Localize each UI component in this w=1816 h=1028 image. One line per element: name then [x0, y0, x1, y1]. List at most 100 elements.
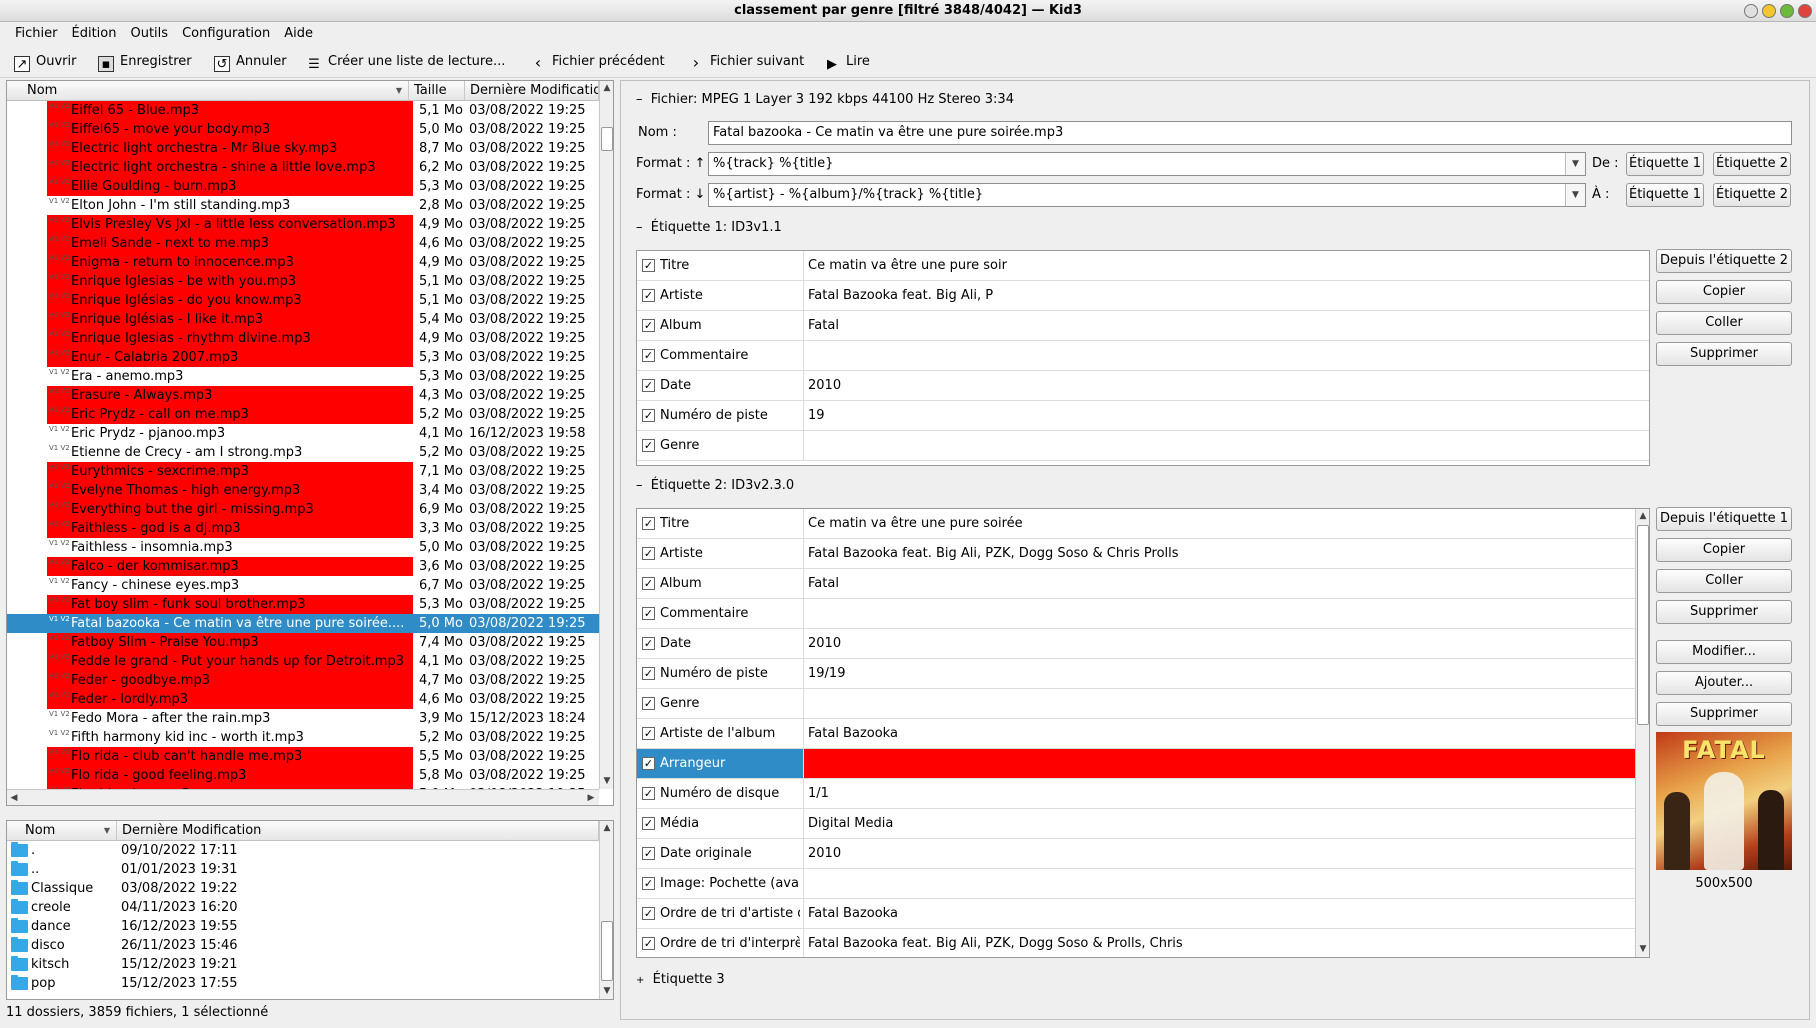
- tag-field-value[interactable]: 19: [803, 401, 1649, 430]
- enable-checkbox[interactable]: ✓: [642, 289, 655, 302]
- column-header-modified[interactable]: Dernière Modificatio: [465, 81, 599, 101]
- file-row[interactable]: V1 V2 Elton John - I'm still standing.mp3…: [7, 196, 599, 215]
- file-row[interactable]: V1 V2 Fatboy Slim - Praise You.mp3 7,4 Mo 0…: [7, 633, 599, 652]
- tag-field-value[interactable]: [803, 431, 1649, 460]
- tag-field-row[interactable]: ✓ Numéro de piste 19/19: [637, 659, 1635, 689]
- tag2-copy-button[interactable]: Copier: [1656, 538, 1792, 562]
- file-row[interactable]: V1 V2 Falco - der kommisar.mp3 3,6 Mo 03/08…: [7, 557, 599, 576]
- format-from-combo[interactable]: %{track} %{title} ▼: [708, 152, 1586, 176]
- enable-checkbox[interactable]: ✓: [642, 517, 655, 530]
- tag-field-row[interactable]: ✓ Commentaire: [637, 599, 1635, 629]
- directory-row[interactable]: Classique 03/08/2022 19:22: [7, 879, 599, 898]
- scroll-down-icon[interactable]: ▼: [1636, 942, 1649, 956]
- enable-checkbox[interactable]: ✓: [642, 577, 655, 590]
- create-playlist-button[interactable]: ☰ Créer une liste de lecture...: [306, 49, 505, 75]
- scroll-thumb[interactable]: [601, 921, 613, 981]
- file-row[interactable]: V1 V2 Enrique Iglésias - do you know.mp3 5…: [7, 291, 599, 310]
- menu-outils[interactable]: Outils: [123, 22, 175, 46]
- scroll-down-icon[interactable]: ▼: [600, 984, 613, 998]
- tag-field-row[interactable]: ✓ Date 2010: [637, 371, 1649, 401]
- enable-checkbox[interactable]: ✓: [642, 817, 655, 830]
- file-row[interactable]: V1 V2 Faithless - insomnia.mp3 5,0 Mo 03/08…: [7, 538, 599, 557]
- directory-row[interactable]: dance 16/12/2023 19:55: [7, 917, 599, 936]
- tag-field-value[interactable]: Ce matin va être une pure soir: [803, 251, 1649, 280]
- tag-field-value[interactable]: [803, 869, 1635, 898]
- enable-checkbox[interactable]: ✓: [642, 697, 655, 710]
- tag-field-value[interactable]: Fatal: [803, 311, 1649, 340]
- scroll-down-icon[interactable]: ▼: [600, 774, 613, 788]
- file-row[interactable]: V1 V2 Fedo Mora - after the rain.mp3 3,9 M…: [7, 709, 599, 728]
- enable-checkbox[interactable]: ✓: [642, 907, 655, 920]
- file-list-hscrollbar[interactable]: ◀ ▶: [7, 789, 599, 805]
- tag-field-row[interactable]: ✓ Date originale 2010: [637, 839, 1635, 869]
- tag-field-value[interactable]: 2010: [803, 629, 1635, 658]
- menu-fichier[interactable]: Fichier: [8, 22, 65, 46]
- file-row[interactable]: V1 V2 Etienne de Crecy - am I strong.mp3 5…: [7, 443, 599, 462]
- tag-field-value[interactable]: [803, 689, 1635, 718]
- enable-checkbox[interactable]: ✓: [642, 319, 655, 332]
- tag-field-row[interactable]: ✓ Titre Ce matin va être une pure soir: [637, 251, 1649, 281]
- enable-checkbox[interactable]: ✓: [642, 379, 655, 392]
- enable-checkbox[interactable]: ✓: [642, 409, 655, 422]
- tag1-table[interactable]: ✓ Titre Ce matin va être une pure soir ✓ Art…: [636, 250, 1650, 466]
- cancel-button[interactable]: ↺ Annuler: [214, 49, 287, 75]
- file-row[interactable]: V1 V2 Electric light orchestra - shine a …: [7, 158, 599, 177]
- tag-field-value[interactable]: Fatal Bazooka: [803, 719, 1635, 748]
- tag2-table[interactable]: ✓ Titre Ce matin va être une pure soirée ✓ A…: [636, 508, 1650, 958]
- tag2-delete-frame-button[interactable]: Supprimer: [1656, 702, 1792, 726]
- file-row[interactable]: V1 V2 Flo rida - club can't handle me.mp3…: [7, 747, 599, 766]
- file-row[interactable]: V1 V2 Feder - lordly.mp3 4,6 Mo 03/08/2022 …: [7, 690, 599, 709]
- file-section-header[interactable]: – Fichier: MPEG 1 Layer 3 192 kbps 44100…: [636, 90, 1014, 110]
- format-to-combo[interactable]: %{artist} - %{album}/%{track} %{title} ▼: [708, 183, 1586, 207]
- file-row[interactable]: V1 V2 Enigma - return to innocence.mp3 4,9…: [7, 253, 599, 272]
- tag2-section-header[interactable]: – Étiquette 2: ID3v2.3.0: [636, 476, 794, 496]
- tag-field-row[interactable]: ✓ Album Fatal: [637, 569, 1635, 599]
- previous-file-button[interactable]: ‹ Fichier précédent: [530, 49, 665, 75]
- tag-field-value[interactable]: [803, 749, 1635, 778]
- tag1-delete-button[interactable]: Supprimer: [1656, 342, 1792, 366]
- directory-row[interactable]: creole 04/11/2023 16:20: [7, 898, 599, 917]
- file-row[interactable]: V1 V2 Feder - goodbye.mp3 4,7 Mo 03/08/2022…: [7, 671, 599, 690]
- close-button[interactable]: [1798, 4, 1812, 18]
- open-button[interactable]: ↗ Ouvrir: [14, 49, 76, 75]
- file-row[interactable]: V1 V2 Era - anemo.mp3 5,3 Mo 03/08/2022 19:…: [7, 367, 599, 386]
- file-row[interactable]: V1 V2 Erasure - Always.mp3 4,3 Mo 03/08/202…: [7, 386, 599, 405]
- window-menu-button[interactable]: [1744, 4, 1758, 18]
- tag1-section-header[interactable]: – Étiquette 1: ID3v1.1: [636, 218, 782, 238]
- dir-header-modified[interactable]: Dernière Modification: [117, 821, 599, 841]
- file-row[interactable]: V1 V2 Fatal bazooka - Ce matin va être un…: [7, 614, 599, 633]
- file-row[interactable]: V1 V2 Eric Prydz - pjanoo.mp3 4,1 Mo 16/12/…: [7, 424, 599, 443]
- enable-checkbox[interactable]: ✓: [642, 349, 655, 362]
- scroll-thumb[interactable]: [1637, 525, 1649, 725]
- directory-row[interactable]: . 09/10/2022 17:11: [7, 841, 599, 860]
- enable-checkbox[interactable]: ✓: [642, 937, 655, 950]
- play-button[interactable]: ▶ Lire: [824, 49, 870, 75]
- tag-field-value[interactable]: 2010: [803, 839, 1635, 868]
- tag-field-row[interactable]: ✓ Artiste Fatal Bazooka feat. Big Ali, PZK…: [637, 539, 1635, 569]
- tag2-scrollbar[interactable]: ▲ ▼: [1635, 509, 1649, 957]
- file-row[interactable]: V1 V2 Flo rida - good feeling.mp3 5,8 Mo 03…: [7, 766, 599, 785]
- file-row[interactable]: V1 V2 Evelyne Thomas - high energy.mp3 3,4…: [7, 481, 599, 500]
- file-list[interactable]: Nom ▼ Taille Dernière Modificatio V1 V2 Ei…: [6, 80, 614, 806]
- file-row[interactable]: V1 V2 Fedde le grand - Put your hands up …: [7, 652, 599, 671]
- enable-checkbox[interactable]: ✓: [642, 847, 655, 860]
- file-row[interactable]: V1 V2 Eurythmics - sexcrime.mp3 7,1 Mo 03/0…: [7, 462, 599, 481]
- tag2-edit-button[interactable]: Modifier...: [1656, 640, 1792, 664]
- file-row[interactable]: V1 V2 Fat boy slim - funk soul brother.mp…: [7, 595, 599, 614]
- tag-field-row[interactable]: ✓ Arrangeur: [637, 749, 1635, 779]
- format-to-tag1-button[interactable]: Étiquette 1: [1626, 183, 1704, 207]
- file-row[interactable]: V1 V2 Enur - Calabria 2007.mp3 5,3 Mo 03/08…: [7, 348, 599, 367]
- scroll-up-icon[interactable]: ▲: [600, 821, 613, 835]
- menu-aide[interactable]: Aide: [277, 22, 320, 46]
- directory-row[interactable]: kitsch 15/12/2023 19:21: [7, 955, 599, 974]
- tag-field-value[interactable]: Fatal Bazooka feat. Big Ali, PZK, Dogg S…: [803, 929, 1635, 957]
- tag2-paste-button[interactable]: Coller: [1656, 569, 1792, 593]
- tag-field-row[interactable]: ✓ Ordre de tri d'artiste d...Fatal Bazook…: [637, 899, 1635, 929]
- file-row[interactable]: V1 V2 Eiffel 65 - Blue.mp3 5,1 Mo 03/08/202…: [7, 101, 599, 120]
- file-row[interactable]: V1 V2 Elvis Presley Vs Jxl - a little les…: [7, 215, 599, 234]
- file-row[interactable]: V1 V2 Fancy - chinese eyes.mp3 6,7 Mo 03/08…: [7, 576, 599, 595]
- tag-field-row[interactable]: ✓ Artiste de l'album Fatal Bazooka: [637, 719, 1635, 749]
- dir-header-name[interactable]: Nom ▼: [7, 821, 117, 841]
- menu-configuration[interactable]: Configuration: [175, 22, 277, 46]
- tag-field-row[interactable]: ✓ Artiste Fatal Bazooka feat. Big Ali, P: [637, 281, 1649, 311]
